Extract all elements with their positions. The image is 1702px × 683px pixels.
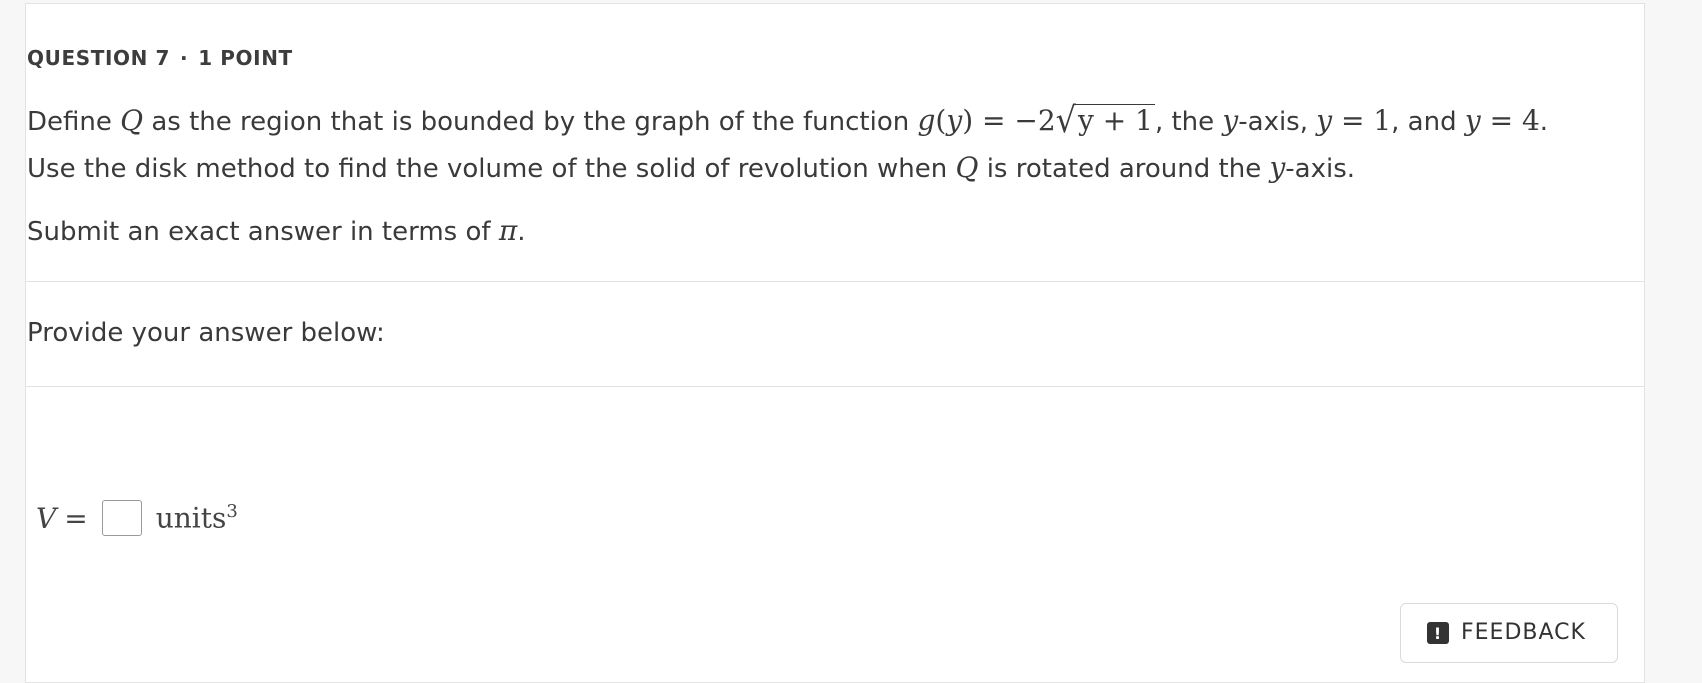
text-segment: is rotated around the <box>978 154 1270 184</box>
text-segment: Define <box>27 107 121 137</box>
text-segment: -axis. <box>1285 154 1356 184</box>
feedback-label: FEEDBACK <box>1461 620 1586 645</box>
math-function: g(y) = −2 <box>917 104 1056 137</box>
feedback-icon: ! <box>1427 622 1449 644</box>
question-points: 1 POINT <box>198 46 293 70</box>
units-text: units <box>155 501 227 535</box>
math-Q: Q <box>955 151 979 184</box>
math-sqrt: √y + 1 <box>1055 99 1155 141</box>
submit-period: . <box>517 217 526 247</box>
answer-input[interactable] <box>101 500 142 536</box>
submit-instruction: Submit an exact answer in terms of π. <box>27 214 525 247</box>
math-Q: Q <box>120 104 144 137</box>
answer-row: V = units3 <box>36 500 238 536</box>
math-pi: π <box>498 214 518 247</box>
answer-variable: V <box>36 501 57 535</box>
math-y: y <box>1269 151 1286 184</box>
text-segment: , and <box>1391 107 1465 137</box>
answer-equals: = <box>64 501 88 535</box>
feedback-button[interactable]: ! FEEDBACK <box>1400 603 1618 663</box>
math-y: y <box>1222 104 1239 137</box>
units-exponent: 3 <box>226 501 238 523</box>
question-header: QUESTION 7 · 1 POINT <box>27 46 293 70</box>
question-text: Define Q as the region that is bounded b… <box>27 98 1597 192</box>
header-separator: · <box>180 46 189 70</box>
answer-units: units3 <box>156 501 238 534</box>
question-number: QUESTION 7 <box>27 46 171 70</box>
answer-prompt: Provide your answer below: <box>27 318 385 348</box>
text-segment: -axis, <box>1238 107 1317 137</box>
math-eq-y1: y = 1 <box>1316 104 1392 137</box>
submit-text: Submit an exact answer in terms of <box>27 217 499 247</box>
text-segment: as the region that is bounded by the gra… <box>143 107 918 137</box>
text-segment: , the <box>1154 107 1223 137</box>
math-eq-y4: y = 4 <box>1464 104 1540 137</box>
sqrt-argument: y + 1 <box>1076 104 1155 137</box>
